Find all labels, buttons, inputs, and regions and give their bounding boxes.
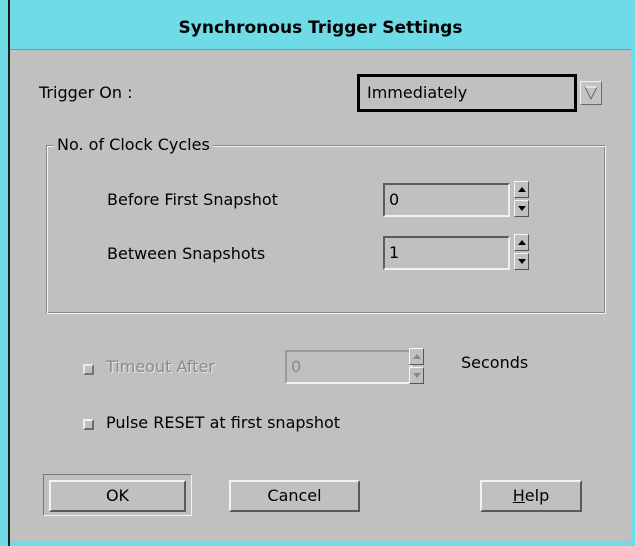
before-first-snapshot-label: Before First Snapshot — [107, 190, 278, 209]
triangle-down-icon — [584, 86, 598, 101]
spin-up-icon[interactable] — [514, 234, 529, 251]
before-first-snapshot-input[interactable]: 0 — [383, 183, 510, 217]
ok-button-label: OK — [105, 486, 130, 505]
between-snapshots-input[interactable]: 1 — [383, 236, 510, 270]
timeout-units: Seconds — [461, 353, 529, 372]
between-snapshots-spinner[interactable] — [514, 234, 529, 270]
spin-up-icon[interactable] — [514, 181, 529, 198]
spin-down-icon[interactable] — [409, 367, 424, 384]
dialog-body: Trigger On : Immediately No. of Clock Cy… — [10, 50, 631, 542]
timeout-checkbox[interactable] — [83, 364, 94, 375]
ok-button[interactable]: OK — [49, 480, 186, 512]
trigger-on-value: Immediately — [367, 83, 468, 102]
before-first-snapshot-spinner[interactable] — [514, 181, 529, 217]
trigger-on-select[interactable]: Immediately — [357, 74, 577, 112]
pulse-reset-checkbox[interactable] — [83, 419, 94, 430]
timeout-spinner[interactable] — [409, 348, 424, 384]
window-title: Synchronous Trigger Settings — [178, 18, 463, 38]
cancel-button-label: Cancel — [267, 486, 322, 505]
spin-up-icon[interactable] — [409, 348, 424, 365]
clock-cycles-legend: No. of Clock Cycles — [54, 135, 213, 154]
help-button[interactable]: Help — [480, 480, 582, 512]
spin-down-icon[interactable] — [514, 200, 529, 217]
between-snapshots-label: Between Snapshots — [107, 244, 266, 263]
clock-cycles-group — [46, 145, 606, 314]
trigger-dropdown-button[interactable] — [580, 81, 602, 105]
cancel-button[interactable]: Cancel — [229, 480, 360, 512]
trigger-on-label: Trigger On : — [39, 83, 133, 102]
help-mnemonic: H — [512, 486, 525, 505]
help-button-label: elp — [524, 486, 550, 505]
timeout-input[interactable]: 0 — [285, 350, 412, 384]
pulse-reset-label: Pulse RESET at first snapshot — [106, 413, 341, 432]
window-titlebar[interactable]: Synchronous Trigger Settings — [10, 6, 631, 50]
timeout-label: Timeout After — [106, 357, 215, 376]
spin-down-icon[interactable] — [514, 253, 529, 270]
